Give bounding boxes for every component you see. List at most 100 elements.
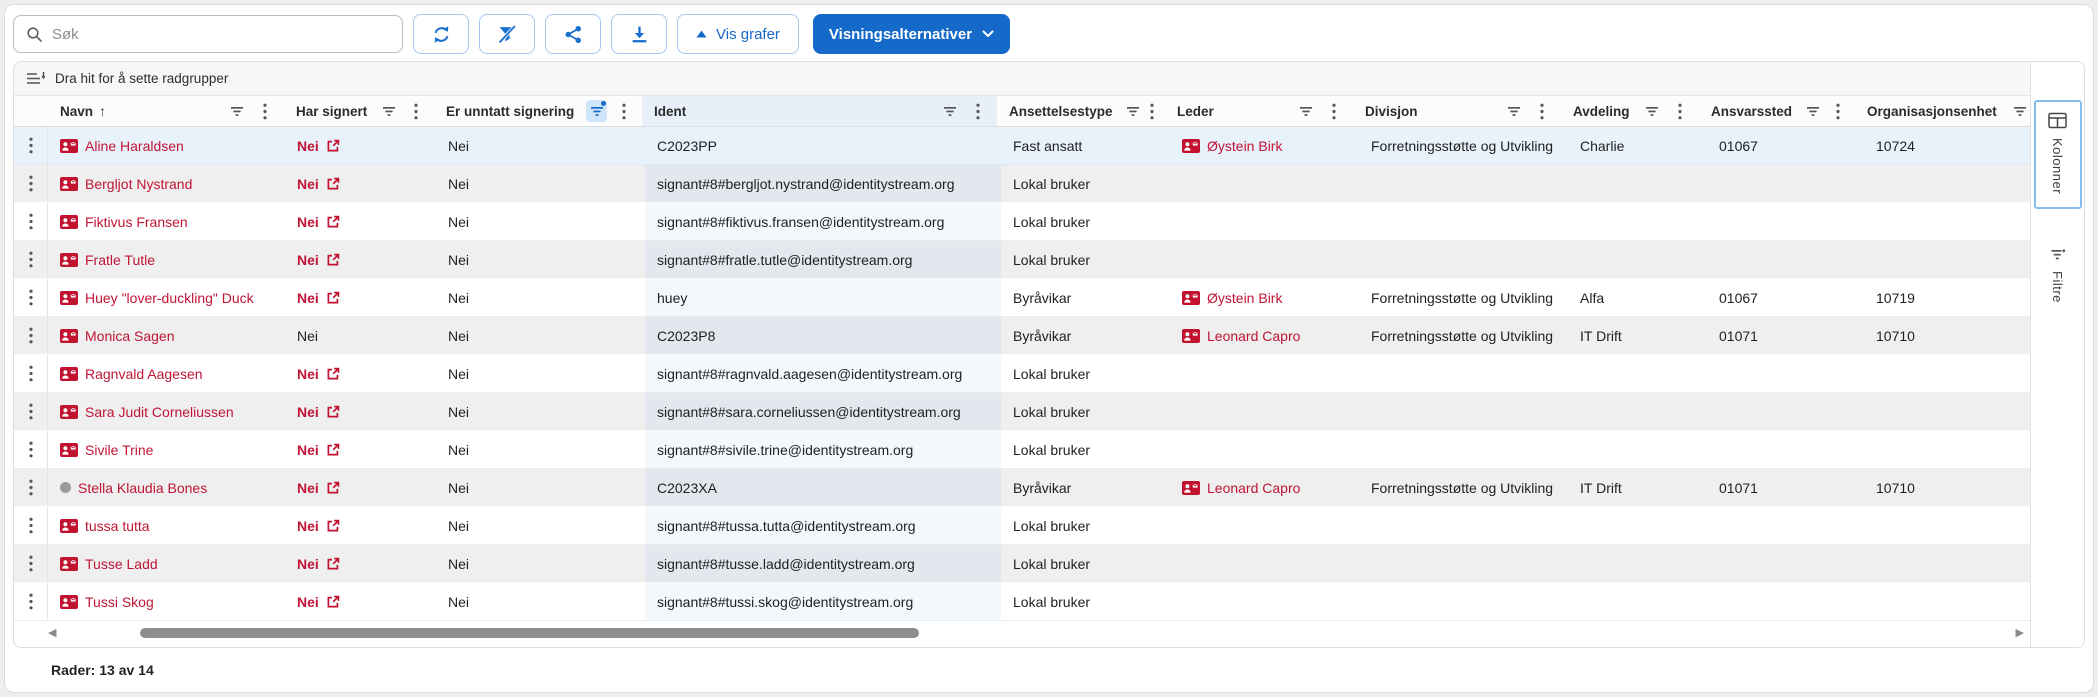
har-signert-value[interactable]: Nei [297,214,319,230]
visningsalternativer-button[interactable]: Visningsalternativer [813,14,1010,54]
har-signert-value[interactable]: Nei [297,594,319,610]
leder-link[interactable]: Leonard Capro [1207,480,1300,496]
side-panel-tab-filtre[interactable]: Filtre [2034,235,2082,318]
har-signert-value[interactable]: Nei [297,404,319,420]
person-link[interactable]: Sivile Trine [85,442,153,458]
table-row[interactable]: Sara Judit CorneliussenNeiNeisignant#8#s… [14,393,2030,431]
table-row[interactable]: Huey "lover-duckling" DuckNeiNeihueyByrå… [14,279,2030,317]
external-link-icon[interactable] [326,139,340,153]
row-menu-button[interactable] [14,203,48,240]
column-header-avdeling[interactable]: Avdeling [1561,96,1699,126]
column-menu-icon[interactable] [406,100,426,122]
side-panel-tab-kolonner[interactable]: Kolonner [2034,100,2082,209]
row-menu-button[interactable] [14,431,48,468]
external-link-icon[interactable] [326,481,340,495]
external-link-icon[interactable] [326,177,340,191]
row-menu-button[interactable] [14,355,48,392]
column-menu-icon[interactable] [1829,100,1847,122]
row-menu-button[interactable] [14,279,48,316]
row-menu-button[interactable] [14,469,48,506]
person-link[interactable]: Stella Klaudia Bones [78,480,207,496]
column-menu-icon[interactable] [967,100,989,122]
filter-icon[interactable] [379,100,399,122]
har-signert-value[interactable]: Nei [297,556,319,572]
har-signert-value[interactable]: Nei [297,442,319,458]
table-row[interactable]: Stella Klaudia BonesNeiNeiC2023XAByråvik… [14,469,2030,507]
har-signert-value[interactable]: Nei [297,518,319,534]
filter-icon[interactable] [1503,100,1525,122]
table-row[interactable]: Tusse LaddNeiNeisignant#8#tusse.ladd@ide… [14,545,2030,583]
table-row[interactable]: Aline HaraldsenNeiNeiC2023PPFast ansattØ… [14,127,2030,165]
column-menu-icon[interactable] [1669,100,1691,122]
scrollbar-track[interactable] [62,627,2009,639]
har-signert-value[interactable]: Nei [297,290,319,306]
column-header-er_unntatt[interactable]: Er unntatt signering [434,96,642,126]
search-input[interactable] [52,26,390,43]
table-row[interactable]: Monica SagenNeiNeiC2023P8ByråvikarLeonar… [14,317,2030,355]
filter-icon[interactable] [2009,100,2031,122]
external-link-icon[interactable] [326,519,340,533]
external-link-icon[interactable] [326,253,340,267]
external-link-icon[interactable] [326,215,340,229]
row-menu-button[interactable] [14,507,48,544]
row-menu-button[interactable] [14,583,48,620]
filter-icon[interactable] [1804,100,1822,122]
leder-link[interactable]: Leonard Capro [1207,328,1300,344]
column-menu-icon[interactable] [613,100,634,122]
table-row[interactable]: Ragnvald AagesenNeiNeisignant#8#ragnvald… [14,355,2030,393]
table-row[interactable]: tussa tuttaNeiNeisignant#8#tussa.tutta@i… [14,507,2030,545]
column-header-organisasjonsenhet[interactable]: Organisasjonsenhet [1855,96,2039,126]
person-link[interactable]: Fiktivus Fransen [85,214,188,230]
scroll-right-icon[interactable]: ▶ [2016,628,2024,639]
person-link[interactable]: Fratle Tutle [85,252,155,268]
external-link-icon[interactable] [326,595,340,609]
scrollbar-thumb[interactable] [140,628,919,638]
table-row[interactable]: Fiktivus FransenNeiNeisignant#8#fiktivus… [14,203,2030,241]
row-group-drop-zone[interactable]: Dra hit for å sette radgrupper [14,62,2030,96]
vis-grafer-button[interactable]: Vis grafer [677,14,799,54]
external-link-icon[interactable] [326,557,340,571]
person-link[interactable]: Ragnvald Aagesen [85,366,203,382]
column-menu-icon[interactable] [1147,100,1157,122]
row-menu-button[interactable] [14,165,48,202]
column-header-ident[interactable]: Ident [642,96,997,126]
column-header-divisjon[interactable]: Divisjon [1353,96,1561,126]
external-link-icon[interactable] [326,367,340,381]
leder-link[interactable]: Øystein Birk [1207,138,1282,154]
har-signert-value[interactable]: Nei [297,176,319,192]
table-row[interactable]: Tussi SkogNeiNeisignant#8#tussi.skog@ide… [14,583,2030,621]
scroll-left-icon[interactable]: ◀ [48,628,56,639]
har-signert-value[interactable]: Nei [297,252,319,268]
har-signert-value[interactable]: Nei [297,480,319,496]
share-button[interactable] [545,14,601,54]
person-link[interactable]: Monica Sagen [85,328,175,344]
har-signert-value[interactable]: Nei [297,138,319,154]
refresh-button[interactable] [413,14,469,54]
column-header-har_signert[interactable]: Har signert [284,96,434,126]
row-menu-button[interactable] [14,127,48,164]
har-signert-value[interactable]: Nei [297,366,319,382]
filter-icon[interactable] [939,100,961,122]
column-menu-icon[interactable] [1531,100,1553,122]
person-link[interactable]: tussa tutta [85,518,150,534]
external-link-icon[interactable] [326,443,340,457]
person-link[interactable]: Tussi Skog [85,594,154,610]
person-link[interactable]: Huey "lover-duckling" Duck [85,290,254,306]
filter-icon[interactable] [586,100,607,122]
external-link-icon[interactable] [326,405,340,419]
leder-link[interactable]: Øystein Birk [1207,290,1282,306]
column-header-ansettelsestype[interactable]: Ansettelsestype [997,96,1165,126]
person-link[interactable]: Bergljot Nystrand [85,176,192,192]
download-button[interactable] [611,14,667,54]
row-menu-button[interactable] [14,545,48,582]
filter-icon[interactable] [1125,100,1141,122]
column-header-navn[interactable]: Navn↑ [48,96,284,126]
column-menu-icon[interactable] [254,100,276,122]
row-menu-button[interactable] [14,393,48,430]
person-link[interactable]: Tusse Ladd [85,556,158,572]
column-menu-icon[interactable] [1323,100,1345,122]
row-menu-button[interactable] [14,317,48,354]
filter-icon[interactable] [1642,100,1664,122]
row-menu-button[interactable] [14,241,48,278]
person-link[interactable]: Sara Judit Corneliussen [85,404,234,420]
